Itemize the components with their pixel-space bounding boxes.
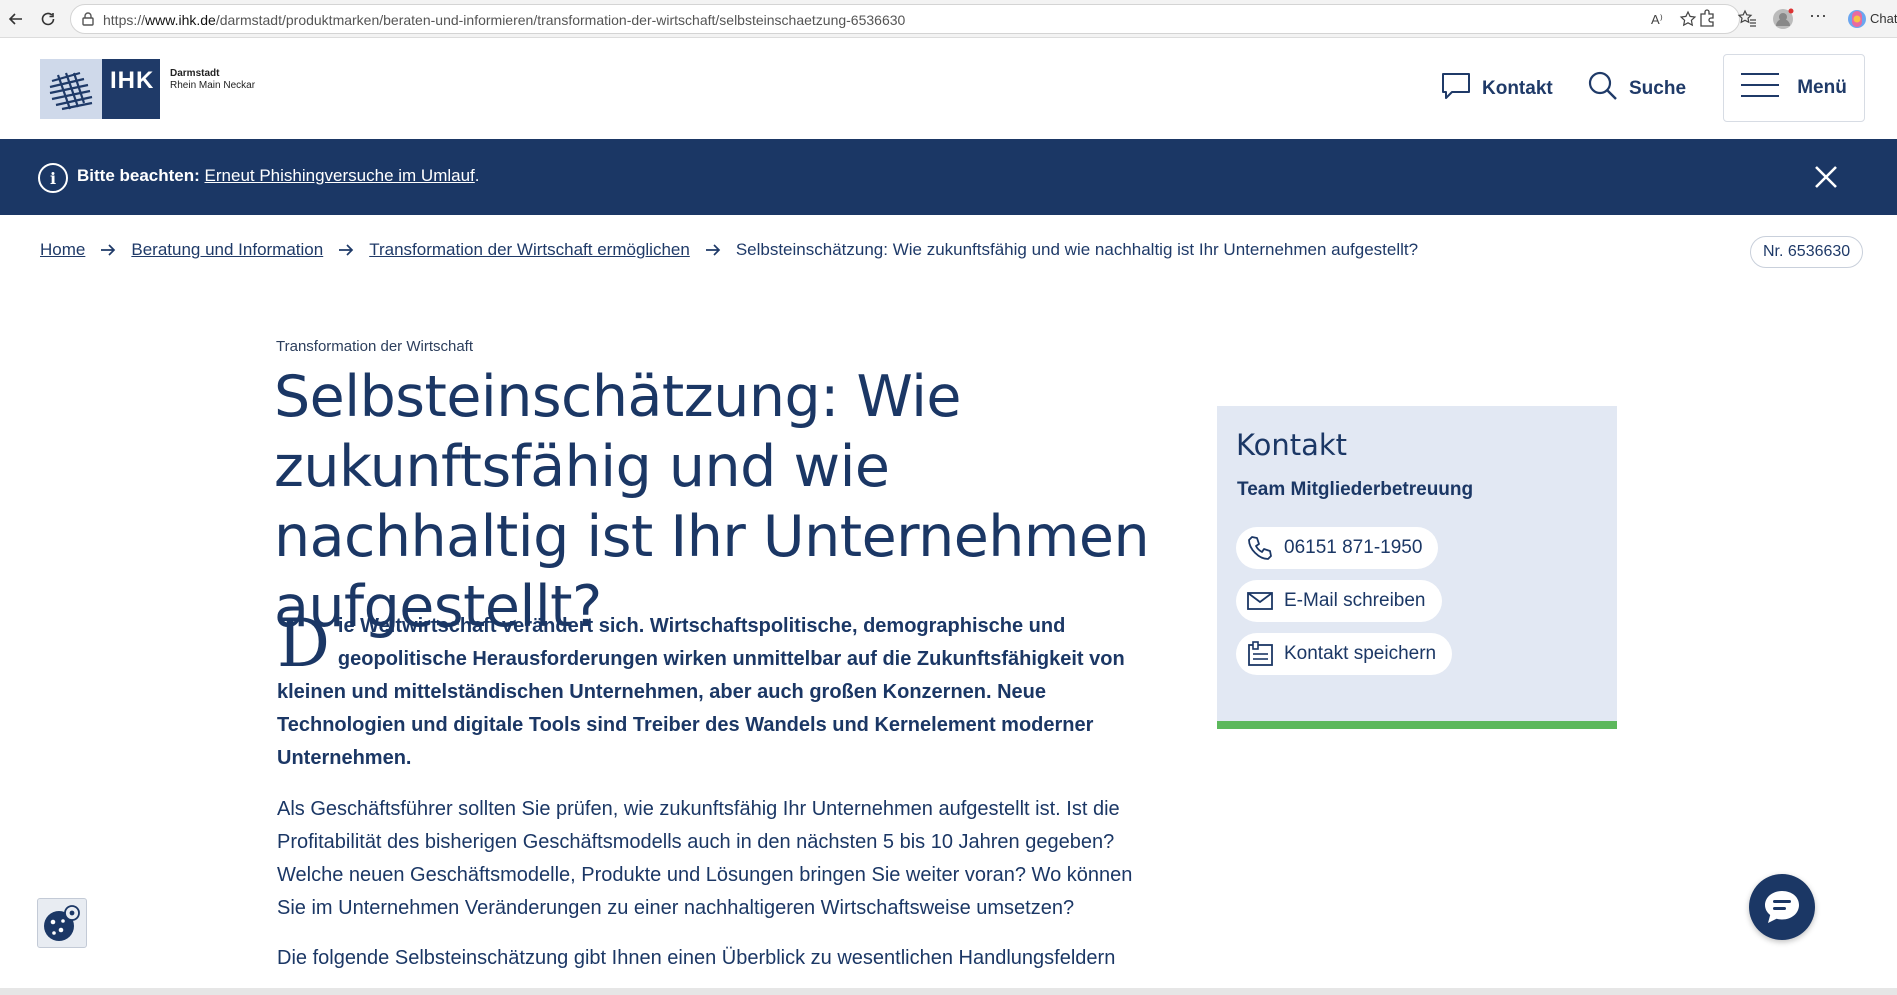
save-contact-button[interactable]: Kontakt speichern	[1236, 633, 1453, 675]
cookie-settings-button[interactable]	[37, 898, 87, 948]
arrow-right-icon	[704, 241, 722, 259]
phone-button[interactable]: 06151 871-1950	[1236, 527, 1439, 569]
chat-bubble-icon	[1440, 71, 1472, 107]
email-button[interactable]: E-Mail schreiben	[1236, 580, 1442, 622]
contact-card-title: Kontakt	[1236, 428, 1348, 462]
arrow-right-icon	[337, 241, 355, 259]
mail-icon	[1247, 592, 1273, 610]
read-aloud-icon[interactable]: A⁾	[1651, 12, 1671, 32]
menu-button[interactable]: Menü	[1723, 54, 1865, 122]
search-link[interactable]: Suche	[1587, 70, 1687, 108]
breadcrumb-current: Selbsteinschätzung: Wie zukunftsfähig un…	[735, 240, 1419, 259]
phone-number: 06151 871-1950	[1284, 537, 1423, 558]
info-icon: i	[38, 163, 68, 193]
ihk-logo[interactable]: IHK	[40, 59, 160, 119]
breadcrumb-home[interactable]: Home	[40, 240, 85, 260]
search-label: Suche	[1629, 78, 1687, 99]
site-info-icon[interactable]	[79, 10, 99, 30]
favorite-star-icon[interactable]	[1679, 10, 1699, 30]
article-number-badge: Nr. 6536630	[1750, 236, 1864, 268]
contact-label: Kontakt	[1482, 78, 1553, 99]
profile-avatar-icon[interactable]	[1772, 8, 1794, 30]
alert-link[interactable]: Erneut Phishingversuche im Umlauf	[205, 166, 475, 185]
alert-message: Bitte beachten: Erneut Phishingversuche …	[77, 166, 480, 185]
article-paragraph: Die folgende Selbsteinschätzung gibt Ihn…	[277, 947, 1116, 969]
reload-icon[interactable]	[36, 7, 60, 31]
breadcrumb: Home Beratung und Information Transforma…	[40, 240, 1418, 260]
email-label: E-Mail schreiben	[1284, 590, 1426, 611]
contact-team-name: Team Mitgliederbetreuung	[1237, 479, 1474, 500]
page-title: Selbsteinschätzung: Wie zukunftsfähig un…	[274, 364, 1150, 640]
contact-link[interactable]: Kontakt	[1440, 72, 1553, 106]
arrow-right-icon	[99, 241, 117, 259]
browser-toolbar: https://www.ihk.de/darmstadt/produktmark…	[0, 0, 1897, 38]
logo-text: IHK	[110, 67, 155, 94]
dropcap-letter: D	[277, 605, 330, 682]
url-text: https://www.ihk.de/darmstadt/produktmark…	[103, 12, 906, 28]
hamburger-icon	[1741, 72, 1780, 104]
article-kicker: Transformation der Wirtschaft	[276, 338, 473, 355]
phishing-alert-banner: i Bitte beachten: Erneut Phishingversuch…	[0, 139, 1897, 215]
site-header: IHK Darmstadt Rhein Main Neckar Kontakt …	[0, 38, 1897, 139]
close-icon[interactable]	[1812, 163, 1840, 191]
logo-emblem-icon	[40, 59, 102, 119]
logo-subtitle: Darmstadt Rhein Main Neckar	[170, 68, 256, 91]
cookie-icon	[44, 905, 80, 941]
breadcrumb-beratung[interactable]: Beratung und Information	[131, 240, 323, 260]
copilot-label[interactable]: Chat	[1870, 11, 1897, 26]
copilot-icon[interactable]	[1846, 8, 1868, 30]
chat-icon	[1765, 891, 1799, 923]
save-contact-label: Kontakt speichern	[1284, 643, 1437, 664]
article-paragraph: Als Geschäftsführer sollten Sie prüfen, …	[277, 798, 1133, 919]
favorites-icon[interactable]	[1737, 8, 1759, 30]
menu-label: Menü	[1797, 77, 1847, 98]
phone-icon	[1248, 536, 1272, 560]
back-icon[interactable]	[4, 7, 28, 31]
article-lead: Die Weltwirtschaft verändert sich. Wirts…	[277, 605, 1125, 770]
contact-card: Kontakt Team Mitgliederbetreuung 06151 8…	[1217, 406, 1617, 729]
extensions-icon[interactable]	[1697, 8, 1719, 30]
chatbot-button[interactable]	[1749, 874, 1815, 940]
more-options-icon[interactable]: ⋯	[1809, 6, 1831, 28]
search-icon	[1587, 70, 1619, 108]
breadcrumb-transformation[interactable]: Transformation der Wirtschaft ermögliche…	[369, 240, 690, 260]
contact-card-icon	[1248, 641, 1273, 666]
address-bar[interactable]: https://www.ihk.de/darmstadt/produktmark…	[70, 4, 1740, 34]
page-bottom-edge	[0, 988, 1897, 995]
